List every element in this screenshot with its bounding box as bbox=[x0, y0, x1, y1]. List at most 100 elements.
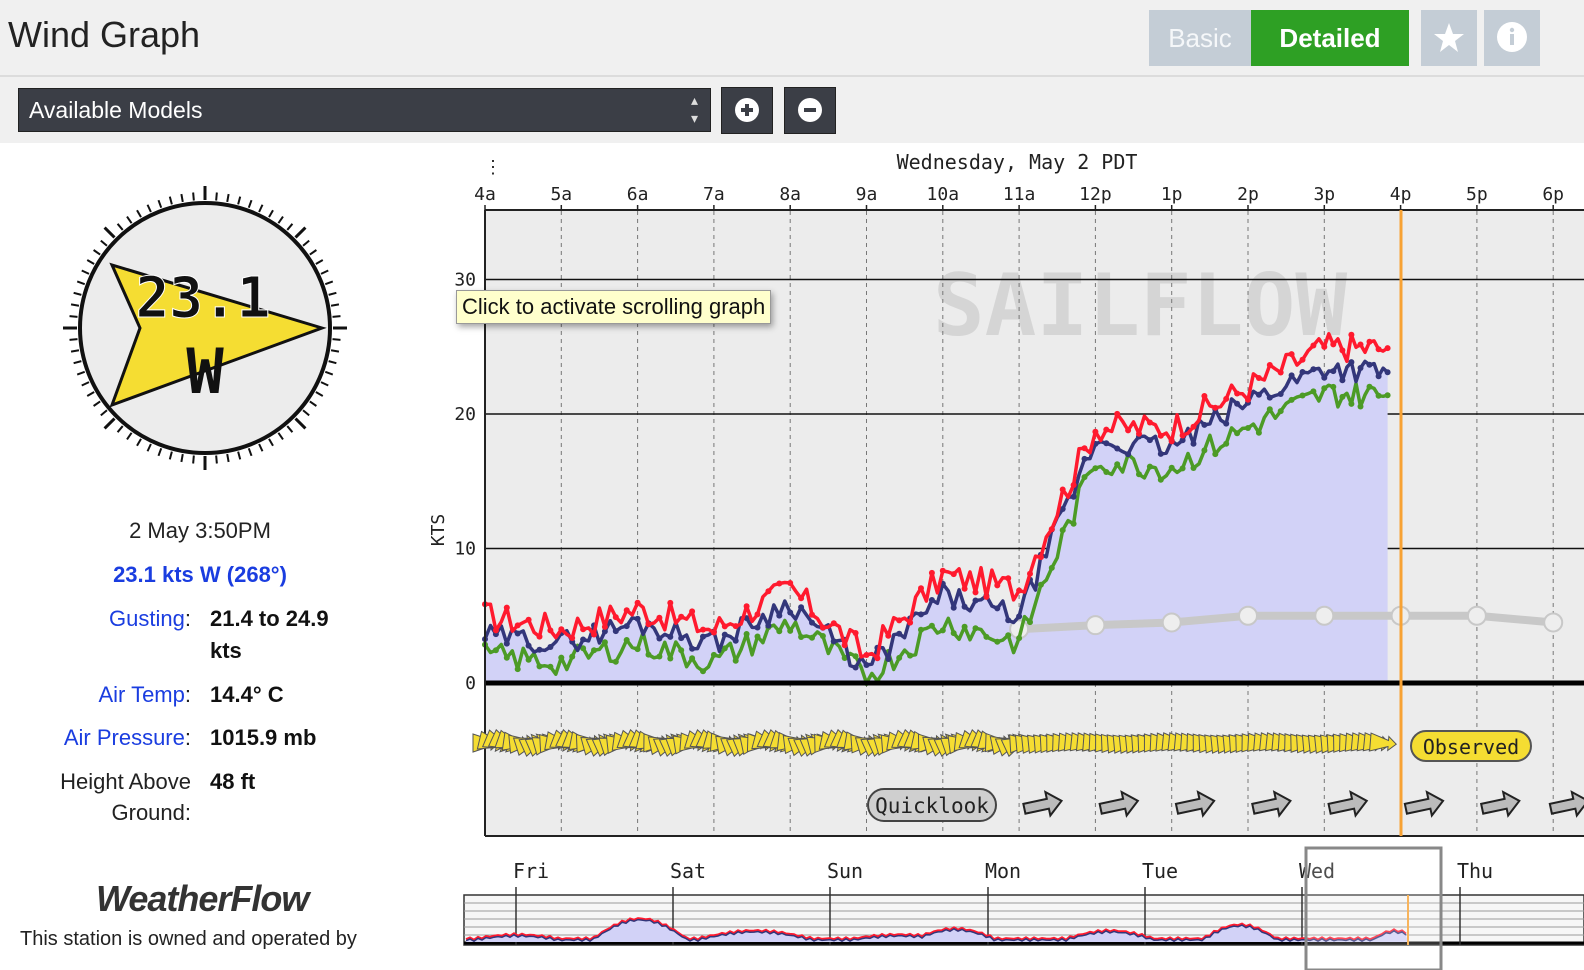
lull-series-point bbox=[645, 651, 652, 658]
lull-series-point bbox=[1070, 520, 1077, 527]
compass-tick bbox=[116, 425, 124, 433]
compass-tick bbox=[328, 360, 337, 365]
gust-series-point bbox=[1299, 356, 1306, 363]
overview-day-label: Sat bbox=[670, 859, 706, 883]
compass-tick bbox=[168, 196, 173, 205]
compass-tick bbox=[69, 315, 78, 318]
gust-series-point bbox=[601, 623, 608, 630]
gust-series-point bbox=[591, 631, 597, 638]
compass-tick bbox=[277, 216, 284, 224]
gust-series-point bbox=[1277, 369, 1284, 376]
compass-tick bbox=[237, 451, 242, 460]
compass-tick bbox=[332, 315, 341, 318]
compass-tick bbox=[136, 438, 142, 447]
gust-series-point bbox=[536, 633, 543, 640]
avg-series-point bbox=[667, 633, 674, 640]
lull-series-point bbox=[1223, 440, 1230, 447]
avg-series-point bbox=[612, 628, 619, 635]
lull-series-point bbox=[939, 627, 946, 634]
avg-series-point bbox=[1339, 377, 1346, 384]
scroll-tooltip: Click to activate scrolling graph bbox=[456, 290, 772, 324]
avg-series-point bbox=[1384, 369, 1391, 376]
detailed-button[interactable]: Detailed bbox=[1251, 10, 1409, 66]
lull-series-point bbox=[1384, 392, 1391, 399]
compass-direction: W bbox=[186, 335, 224, 408]
gust-series-point bbox=[754, 611, 761, 618]
lull-series-point bbox=[1212, 451, 1219, 458]
avg-series-point bbox=[776, 612, 783, 619]
overview-viewport[interactable] bbox=[1304, 846, 1443, 970]
overview-day-label: Thu bbox=[1457, 859, 1493, 883]
gust-series-point bbox=[558, 626, 565, 633]
lull-series-point bbox=[1136, 471, 1142, 478]
hour-label: 1p bbox=[1161, 184, 1183, 205]
hour-label: 11a bbox=[1003, 184, 1036, 205]
overview-strip[interactable]: FriSatSunMonTueWedThu bbox=[440, 845, 1584, 970]
gust-series-point bbox=[503, 604, 510, 611]
lull-series-point bbox=[1339, 393, 1346, 400]
lull-series-point bbox=[983, 633, 990, 640]
lull-series-point bbox=[612, 658, 619, 665]
forecast-point bbox=[1085, 615, 1106, 636]
lull-series-point bbox=[754, 633, 761, 640]
avg-series-point bbox=[514, 630, 521, 637]
compass-tick bbox=[100, 409, 108, 417]
lull-series-point bbox=[961, 623, 968, 630]
lull-series-point bbox=[1321, 385, 1328, 392]
compass-tick bbox=[157, 447, 163, 457]
avg-series-point bbox=[1016, 613, 1023, 620]
lull-series-point bbox=[634, 646, 641, 653]
gust-series-point bbox=[1157, 432, 1164, 439]
overview-day-label: Tue bbox=[1142, 859, 1178, 883]
hour-label: 3p bbox=[1313, 184, 1335, 205]
compass-tick bbox=[76, 280, 86, 286]
gust-series-point bbox=[525, 616, 532, 623]
remove-model-button[interactable] bbox=[784, 87, 836, 134]
avg-series-point bbox=[852, 664, 859, 671]
gust-series-point bbox=[634, 599, 641, 606]
models-select-label: Available Models bbox=[29, 97, 203, 123]
gust-series-point bbox=[1125, 427, 1132, 434]
compass-tick bbox=[226, 453, 230, 463]
hour-label: 8a bbox=[779, 184, 801, 205]
basic-button[interactable]: Basic bbox=[1149, 10, 1251, 66]
avg-series-point bbox=[754, 624, 761, 631]
y-axis-label: KTS bbox=[428, 514, 449, 547]
gusting-label: Gusting: bbox=[109, 606, 191, 631]
gust-series-point bbox=[1048, 526, 1055, 533]
models-select[interactable]: Available Models ▴ ▾ bbox=[18, 88, 711, 132]
info-button[interactable] bbox=[1484, 10, 1540, 66]
avg-series-point bbox=[928, 597, 935, 603]
compass-tick bbox=[294, 226, 307, 239]
lull-series-point bbox=[1190, 465, 1197, 471]
quicklook-button[interactable]: Quicklook bbox=[867, 788, 997, 822]
lull-series-point bbox=[1037, 581, 1044, 588]
forecast-point bbox=[1466, 605, 1487, 626]
gust-series-point bbox=[939, 567, 946, 574]
compass-tick bbox=[330, 303, 340, 307]
compass-tick bbox=[86, 391, 95, 397]
compass-tick bbox=[309, 249, 317, 256]
compass-tick bbox=[247, 199, 253, 209]
hour-label: 5p bbox=[1466, 184, 1488, 205]
gust-series-point bbox=[1016, 587, 1023, 594]
compass-tick bbox=[100, 239, 108, 247]
avg-series-point bbox=[1310, 366, 1317, 373]
avg-series-point bbox=[634, 615, 641, 622]
forecast-point bbox=[1161, 612, 1182, 633]
overview-day-label: Mon bbox=[985, 859, 1021, 883]
compass-tick bbox=[70, 303, 80, 307]
wind-graph[interactable]: ⋮ Wednesday, May 2 PDT SAILFLOW 4a 5a 6a 7a… bbox=[420, 145, 1584, 845]
hour-label: 7a bbox=[703, 184, 725, 205]
forecast-point bbox=[1238, 605, 1258, 626]
avg-series-point bbox=[994, 605, 1001, 612]
lull-series-point bbox=[678, 647, 685, 654]
compass-tick bbox=[103, 417, 116, 430]
compass-tick bbox=[286, 223, 294, 231]
avg-series-point bbox=[1321, 374, 1328, 381]
lull-series-point bbox=[536, 663, 543, 670]
favorite-button[interactable] bbox=[1421, 10, 1477, 66]
compass-tick bbox=[73, 360, 82, 365]
compass-tick bbox=[286, 425, 294, 433]
add-model-button[interactable] bbox=[721, 87, 773, 134]
